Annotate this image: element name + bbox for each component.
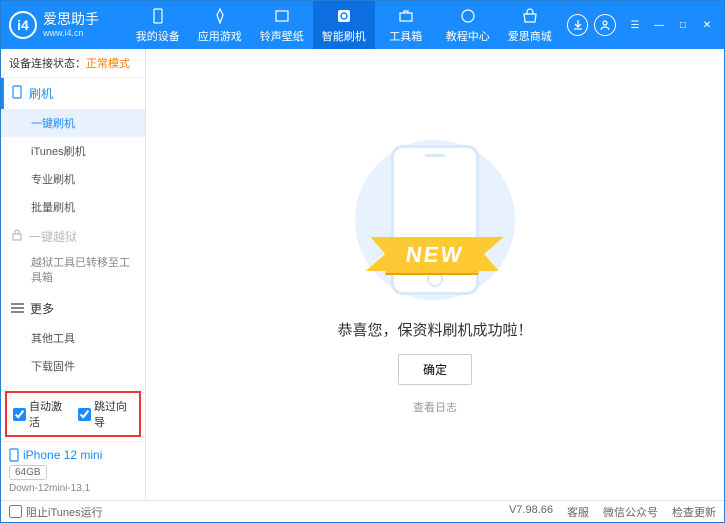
- menu-jailbreak[interactable]: 一键越狱: [1, 221, 145, 252]
- minimize-icon[interactable]: —: [650, 16, 668, 34]
- nav-ringtones[interactable]: 铃声壁纸: [251, 1, 313, 49]
- device-model: Down-12mini-13,1: [9, 483, 137, 494]
- apps-icon: [211, 7, 229, 25]
- logo-icon: i4: [9, 11, 37, 39]
- new-ribbon: NEW: [386, 237, 484, 273]
- store-icon: [521, 7, 539, 25]
- auto-activate-checkbox[interactable]: 自动激活: [13, 398, 68, 430]
- refresh-icon: [335, 7, 353, 25]
- toolbox-icon: [397, 7, 415, 25]
- logo-area: i4 爱思助手 www.i4.cn: [9, 11, 127, 39]
- menu-more-download[interactable]: 下载固件: [1, 352, 145, 380]
- menu-more-other[interactable]: 其他工具: [1, 324, 145, 352]
- skip-guide-checkbox[interactable]: 跳过向导: [78, 398, 133, 430]
- sidebar: 设备连接状态：正常模式 刷机 一键刷机 iTunes刷机 专业刷机 批量刷机 一…: [1, 49, 146, 500]
- nav-my-device[interactable]: 我的设备: [127, 1, 189, 49]
- nav-store[interactable]: 爱思商城: [499, 1, 561, 49]
- storage-badge: 64GB: [9, 465, 47, 480]
- device-name: iPhone 12 mini: [9, 448, 137, 462]
- flash-options-box: 自动激活 跳过向导: [5, 391, 141, 437]
- nav-flash[interactable]: 智能刷机: [313, 1, 375, 49]
- menu-flash-batch[interactable]: 批量刷机: [1, 193, 145, 221]
- titlebar: i4 爱思助手 www.i4.cn 我的设备 应用游戏 铃声壁纸 智能刷机 工具…: [1, 1, 724, 49]
- success-illustration: NEW: [335, 135, 535, 305]
- phone-icon: [149, 7, 167, 25]
- menu-flash-pro[interactable]: 专业刷机: [1, 165, 145, 193]
- success-message: 恭喜您，保资料刷机成功啦！: [337, 319, 532, 340]
- nav-apps[interactable]: 应用游戏: [189, 1, 251, 49]
- menu-more[interactable]: 更多: [1, 293, 145, 324]
- maximize-icon[interactable]: □: [674, 16, 692, 34]
- nav-toolbox[interactable]: 工具箱: [375, 1, 437, 49]
- jailbreak-note: 越狱工具已转移至工具箱: [1, 252, 145, 293]
- update-link[interactable]: 检查更新: [672, 504, 716, 520]
- main-content: NEW 恭喜您，保资料刷机成功啦！ 确定 查看日志: [146, 49, 724, 500]
- connection-status: 设备连接状态：正常模式: [1, 49, 145, 78]
- nav-tutorials[interactable]: 教程中心: [437, 1, 499, 49]
- ok-button[interactable]: 确定: [398, 354, 472, 385]
- menu-flash-itunes[interactable]: iTunes刷机: [1, 137, 145, 165]
- menu-flash-onekey[interactable]: 一键刷机: [1, 109, 145, 137]
- more-icon: [11, 307, 24, 309]
- phone-icon: [11, 85, 23, 102]
- phone-icon: [9, 448, 19, 462]
- wechat-link[interactable]: 微信公众号: [603, 504, 658, 520]
- footer: 阻止iTunes运行 V7.98.66 客服 微信公众号 检查更新: [1, 500, 724, 522]
- user-icon[interactable]: [594, 14, 616, 36]
- view-log-link[interactable]: 查看日志: [413, 399, 457, 415]
- menu-icon[interactable]: ☰: [626, 16, 644, 34]
- version-label: V7.98.66: [509, 504, 553, 520]
- download-icon[interactable]: [567, 14, 589, 36]
- block-itunes-checkbox[interactable]: 阻止iTunes运行: [9, 504, 103, 520]
- window-controls: ☰ — □ ✕: [626, 16, 716, 34]
- close-icon[interactable]: ✕: [698, 16, 716, 34]
- service-link[interactable]: 客服: [567, 504, 589, 520]
- app-name: 爱思助手: [43, 12, 99, 27]
- book-icon: [459, 7, 477, 25]
- wallpaper-icon: [273, 7, 291, 25]
- menu-flash[interactable]: 刷机: [1, 78, 145, 109]
- app-site: www.i4.cn: [43, 28, 99, 38]
- device-panel[interactable]: iPhone 12 mini 64GB Down-12mini-13,1: [1, 441, 145, 500]
- main-nav: 我的设备 应用游戏 铃声壁纸 智能刷机 工具箱 教程中心 爱思商城: [127, 1, 561, 49]
- lock-icon: [11, 229, 23, 244]
- menu-more-advanced[interactable]: 高级功能: [1, 380, 145, 387]
